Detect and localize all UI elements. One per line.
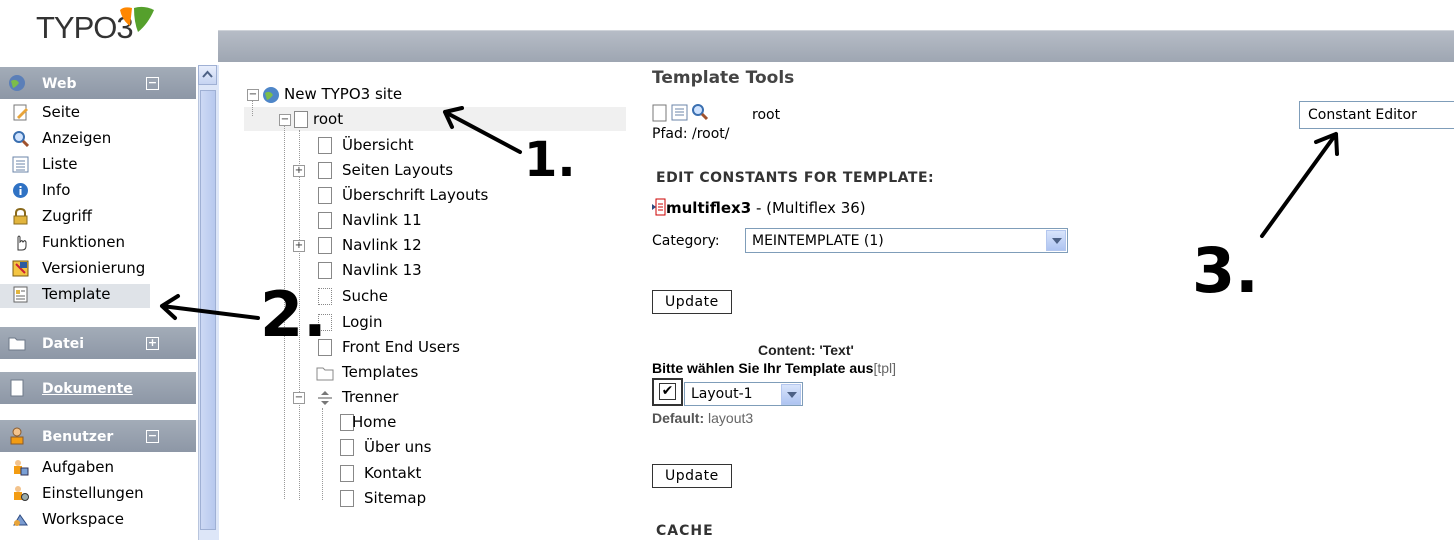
annotation-1: 1. [524, 132, 576, 188]
annotation-2: 2. [260, 278, 327, 351]
annotation-3: 3. [1192, 234, 1259, 307]
